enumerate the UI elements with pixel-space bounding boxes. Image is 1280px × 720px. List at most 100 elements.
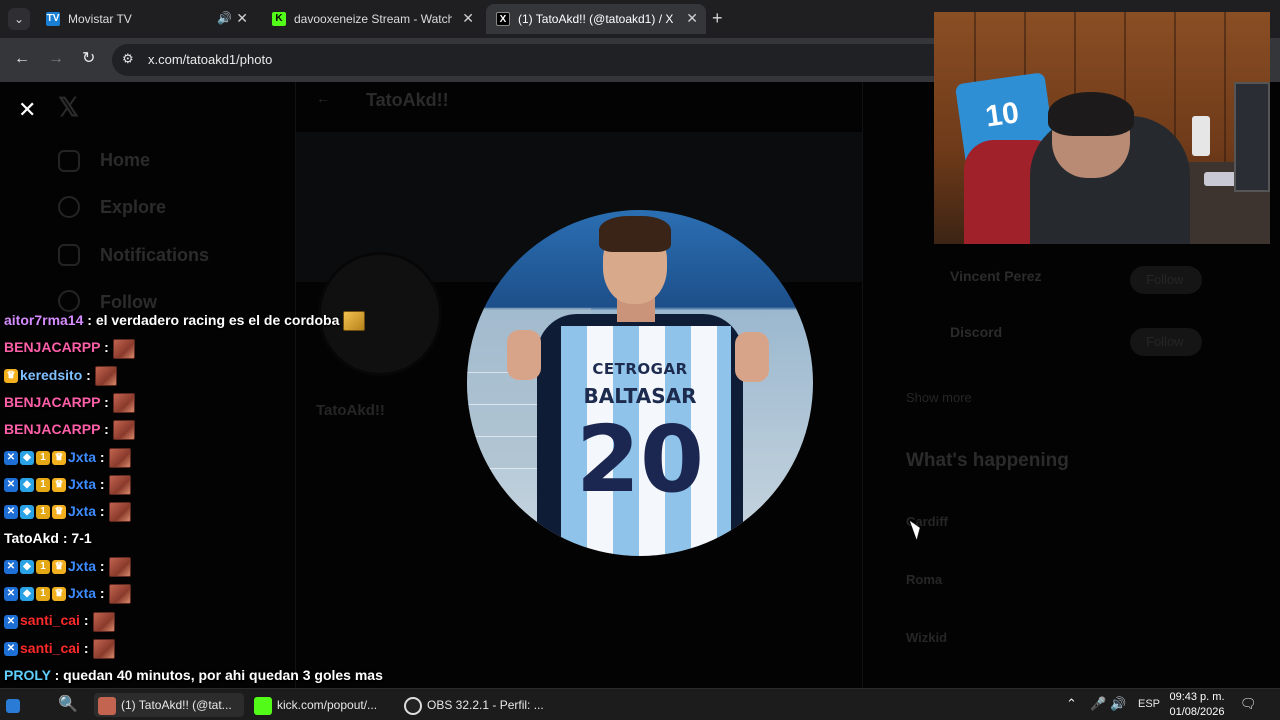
chat-message: ✕ ◆ 1 ♛ Jxta : [4,472,131,496]
crown-badge-icon: ♛ [52,505,66,520]
chat-emote [108,475,131,496]
close-tab-icon[interactable]: ✕ [236,10,248,27]
chat-username[interactable]: Jxta [68,503,96,519]
chat-username[interactable]: PROLY [4,667,51,683]
chat-text: : [79,612,89,629]
chat-message: ✕ ◆ 1 ♛ Jxta : [4,581,131,605]
x-badge-icon: ✕ [4,559,18,574]
forward-arrow-icon[interactable]: → [48,49,64,69]
chat-text: : [100,339,109,356]
close-tab-icon[interactable]: ✕ [686,10,698,27]
start-button[interactable] [6,693,25,717]
volume-icon[interactable]: 🔊 [1110,696,1126,712]
suggestion-name: Discord [950,324,1003,340]
obs-icon [404,696,422,715]
trend-item[interactable]: Wizkid [906,630,947,645]
close-photo-icon[interactable]: ✕ [18,98,36,122]
taskbar-label: kick.com/popout/... [277,698,378,712]
screen: ⌄ TV Movistar TV 🔊 ✕ K davooxeneize Stre… [0,0,1280,720]
streamer-hair [1048,92,1134,136]
crown-badge-icon: ♛ [52,587,66,602]
chat-message: TatoAkd : 7-1 [4,526,92,550]
new-tab-plus-icon[interactable]: + [712,8,723,28]
close-tab-icon[interactable]: ✕ [462,10,474,27]
chat-emote [108,447,131,468]
tab-title: (1) TatoAkd!! (@tatoakd1) / X [518,12,674,26]
chrome-icon [98,696,116,715]
chat-username[interactable]: BENJACARPP [4,421,100,437]
tab-title: Movistar TV [68,12,132,26]
show-more-link[interactable]: Show more [906,390,972,405]
follow-button-label: Follow [1146,334,1184,349]
chat-message: ✕ ◆ 1 ♛ Jxta : [4,445,131,469]
coin-badge-icon: 1 [36,505,50,520]
chat-username[interactable]: aitor7rma14 [4,312,83,328]
photo-hair [599,216,671,252]
crown-badge-icon: ♛ [52,450,66,465]
taskbar-chrome[interactable]: (1) TatoAkd!! (@tat... [94,693,244,717]
chat-emote [112,420,135,441]
chat-emote [92,611,115,632]
chat-username[interactable]: Jxta [68,449,96,465]
home-icon [58,150,80,172]
tab-kick-stream[interactable]: K davooxeneize Stream - Watch L ✕ [262,4,482,34]
trend-item[interactable]: Roma [906,572,942,587]
language-indicator[interactable]: ESP [1138,698,1160,710]
microphone-icon[interactable]: 🎤 [1090,696,1106,712]
search-icon[interactable]: 🔍 [58,693,78,717]
chat-text: : [96,557,105,574]
chat-emote [94,365,117,386]
chat-emote [343,311,366,332]
speaker-icon[interactable]: 🔊 [217,11,232,25]
chat-emote [108,584,131,605]
hanging-jersey-number: 10 [983,96,1022,134]
cube-badge-icon: ◆ [20,587,34,602]
address-bar[interactable]: ⚙ x.com/tatoakd1/photo [112,44,952,76]
cube-badge-icon: ◆ [20,559,34,574]
chat-message: ✕ ◆ 1 ♛ Jxta : [4,499,131,523]
chat-username[interactable]: santi_cai [20,640,80,656]
x-logo-icon: 𝕏 [58,92,79,122]
taskbar-kick-popout[interactable]: kick.com/popout/... [254,693,394,717]
back-arrow-icon[interactable]: ← [14,49,30,69]
nav-notifications: Notifications [100,245,210,265]
column-divider [862,82,863,688]
taskbar-label: (1) TatoAkd!! (@tat... [121,698,232,712]
chat-username[interactable]: Jxta [68,585,96,601]
reload-icon[interactable]: ↻ [82,49,95,69]
chat-username[interactable]: BENJACARPP [4,339,100,355]
bell-icon [58,244,80,266]
notification-icon[interactable]: 🗨 [1240,696,1257,712]
chat-username[interactable]: Jxta [68,476,96,492]
tab-x-profile[interactable]: X (1) TatoAkd!! (@tatoakd1) / X ✕ [486,4,706,34]
taskbar-obs[interactable]: OBS 32.2.1 - Perfil: ... [404,693,554,717]
chat-text: : [96,503,105,520]
chat-username[interactable]: BENJACARPP [4,394,100,410]
chat-text: : [96,585,105,601]
chat-username[interactable]: TatoAkd [4,530,59,546]
chat-message: aitor7rma14 : el verdadero racing es el … [4,308,366,332]
tab-search-chevron-icon[interactable]: ⌄ [8,8,30,30]
chat-message: ✕ ◆ 1 ♛ Jxta : [4,554,131,578]
webcam-overlay: 10 [934,12,1270,244]
clock-time: 09:43 p. m. [1169,691,1225,703]
chat-text: : [100,421,109,438]
chat-username[interactable]: keredsito [20,367,82,383]
jersey-number: 20 [575,406,705,513]
tab-movistar[interactable]: TV Movistar TV 🔊 ✕ [36,4,256,34]
chat-username[interactable]: santi_cai [20,612,80,628]
suggestion-name: Vincent Perez [950,268,1042,284]
chat-text: : [96,475,105,492]
chat-username[interactable]: Jxta [68,558,96,574]
site-settings-icon[interactable]: ⚙ [122,51,134,67]
x-badge-icon: ✕ [4,478,18,493]
kick-logo-icon [254,696,272,715]
crown-badge-icon: ♛ [4,368,18,383]
chat-message: ✕santi_cai : [4,608,115,632]
nav-explore: Explore [100,197,167,217]
windows-icon [6,698,20,713]
system-clock[interactable]: 09:43 p. m. 01/08/2026 [1164,690,1230,720]
tray-chevron-up-icon[interactable]: ⌃ [1066,696,1077,712]
coin-badge-icon: 1 [36,587,50,602]
desk-item [1192,116,1210,156]
